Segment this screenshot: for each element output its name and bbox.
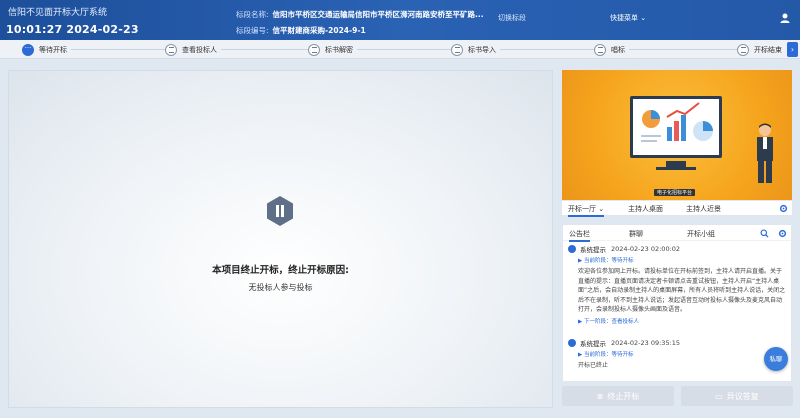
bid-info: 标段名称: 信阳市平桥区交通运输局信阳市平桥区浉河南路安桥至平矿路... 标段编号… <box>236 9 484 41</box>
termination-reason: 无投标人参与投标 <box>248 283 313 292</box>
hourglass-icon <box>308 43 320 56</box>
clock-display: 10:01:27 2024-02-23 <box>6 23 139 36</box>
hourglass-icon <box>737 43 749 56</box>
tab-host-desktop[interactable]: 主持人桌面 <box>628 204 663 214</box>
termination-message: 本项目终止开标，终止开标原因: <box>212 265 349 276</box>
notice-panel: 公告栏 群聊 开标小组 系统提示 2024-02-23 02:00:02 ▶ 当… <box>562 224 792 382</box>
gear-icon[interactable] <box>779 204 788 213</box>
objection-label: 异议答复 <box>726 391 759 401</box>
tab-hall-select[interactable]: 开标一厅 ⌄ <box>568 204 605 217</box>
step-label: 开标结束 <box>754 45 782 54</box>
bid-code-value: 信平财建商采购-2024-9-1 <box>272 26 366 35</box>
private-chat-button[interactable]: 私聊 <box>764 347 788 371</box>
step-active-icon <box>22 43 34 56</box>
system-avatar-icon <box>568 245 576 253</box>
user-icon[interactable] <box>779 12 791 24</box>
terminate-bidding-button[interactable]: ⊗ 终止开标 <box>562 386 674 406</box>
message-sender: 系统提示 <box>580 340 606 348</box>
tab-bid-team[interactable]: 开标小组 <box>687 229 715 239</box>
hourglass-icon <box>594 43 606 56</box>
chart-illustration <box>641 102 713 142</box>
tab-host-closeup[interactable]: 主持人近景 <box>686 204 721 214</box>
search-icon[interactable] <box>760 229 769 238</box>
quick-menu-dropdown[interactable]: 快捷菜单 ⌄ <box>610 13 646 23</box>
chevron-right-icon[interactable]: › <box>787 42 798 57</box>
message-item: 系统提示 2024-02-23 02:00:02 ▶ 当前阶段：等待开标 欢迎各… <box>568 244 786 325</box>
comment-icon: ▭ <box>715 391 723 401</box>
step-label: 等待开标 <box>39 45 67 54</box>
notice-tabs: 公告栏 群聊 开标小组 <box>563 225 791 242</box>
message-body: 开标已终止 <box>578 362 609 369</box>
gear-icon[interactable] <box>778 229 787 238</box>
pause-icon <box>267 196 293 226</box>
step-view-bidders: 查看投标人 <box>165 43 221 56</box>
promo-banner: 电子化招标平台 <box>562 70 792 200</box>
step-label: 查看投标人 <box>182 45 217 54</box>
bid-name-value: 信阳市平桥区交通运输局信阳市平桥区浉河南路安桥至平矿路... <box>272 10 484 19</box>
banner-tag: 电子化招标平台 <box>654 189 696 196</box>
stop-icon: ⊗ <box>596 391 604 401</box>
bid-name-label: 标段名称: <box>236 10 269 19</box>
main-panel: 本项目终止开标，终止开标原因: 无投标人参与投标 <box>8 70 553 408</box>
hourglass-icon <box>165 43 177 56</box>
step-decrypt: 标书解密 <box>308 43 357 56</box>
bid-code-label: 标段编号: <box>236 26 269 35</box>
switch-bid-button[interactable]: 切换标段 <box>498 13 526 23</box>
message-body: 欢迎各位参加网上开标。请投标单位在开标前签到，主持人请开启直播。关于直播的提示：… <box>578 268 786 313</box>
message-phase: ▶ 当前阶段：等待开标 <box>578 352 634 358</box>
step-label: 标书导入 <box>468 45 496 54</box>
system-title: 信阳不见面开标大厅系统 <box>8 8 108 18</box>
monitor-illustration <box>630 96 722 158</box>
hourglass-icon <box>451 43 463 56</box>
businessman-icon <box>757 123 773 183</box>
step-label: 唱标 <box>611 45 625 54</box>
progress-steps: 等待开标 查看投标人 标书解密 标书导入 唱标 开标结束 › <box>0 40 800 59</box>
message-next-phase: ▶ 下一阶段：查看投标人 <box>578 318 639 325</box>
message-phase: ▶ 当前阶段：等待开标 <box>578 258 634 264</box>
objection-reply-button[interactable]: ▭ 异议答复 <box>681 386 793 406</box>
step-waiting: 等待开标 <box>22 43 71 56</box>
app-header: 信阳不见面开标大厅系统 10:01:27 2024-02-23 标段名称: 信阳市… <box>0 0 800 40</box>
tab-bulletin[interactable]: 公告栏 <box>569 229 590 242</box>
message-time: 2024-02-23 09:35:15 <box>611 339 681 347</box>
step-finish: 开标结束 <box>737 43 786 56</box>
video-tabs: 开标一厅 ⌄ 主持人桌面 主持人近景 <box>562 201 792 217</box>
message-item: 系统提示 2024-02-23 09:35:15 ▶ 当前阶段：等待开标 开标已… <box>568 338 786 371</box>
step-import: 标书导入 <box>451 43 500 56</box>
terminate-label: 终止开标 <box>607 391 640 401</box>
steps-line <box>30 49 780 50</box>
step-label: 标书解密 <box>325 45 353 54</box>
message-sender: 系统提示 <box>580 246 606 254</box>
step-announce: 唱标 <box>594 43 629 56</box>
message-time: 2024-02-23 02:00:02 <box>611 245 681 253</box>
tab-group-chat[interactable]: 群聊 <box>629 229 643 239</box>
system-avatar-icon <box>568 339 576 347</box>
